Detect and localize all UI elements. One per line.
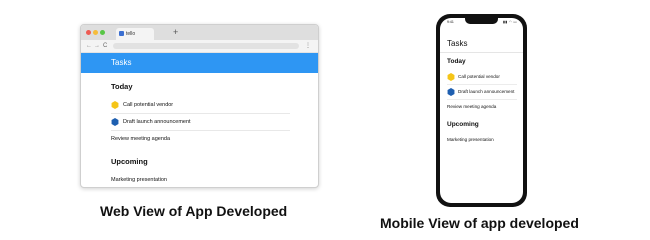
web-task-row[interactable]: Call potential vendor	[111, 97, 290, 114]
reload-icon[interactable]: C	[103, 40, 107, 52]
favicon-icon	[119, 31, 124, 36]
web-section-today: Today	[111, 82, 133, 91]
browser-menu-icon[interactable]: ⋮	[305, 40, 311, 52]
new-tab-button[interactable]: +	[173, 26, 178, 38]
mobile-section-today: Today	[447, 58, 466, 65]
mobile-view-caption: Mobile View of app developed	[380, 215, 579, 231]
web-section-upcoming: Upcoming	[111, 157, 148, 166]
mobile-screen: 9:41 ▮▮ ◠ ▭ Tasks Today Call potential v…	[440, 18, 523, 203]
mobile-task-row[interactable]: Review meeting agenda	[447, 100, 517, 114]
back-arrow-icon[interactable]: ←	[86, 40, 92, 52]
web-page-title: Tasks	[111, 58, 132, 67]
web-task-label: Draft launch announcement	[123, 119, 191, 125]
browser-tab[interactable]: tello	[116, 28, 154, 40]
mobile-phone-frame: 9:41 ▮▮ ◠ ▭ Tasks Today Call potential v…	[436, 14, 527, 207]
close-window-dot-icon[interactable]	[86, 30, 91, 35]
web-task-label: Marketing presentation	[111, 177, 167, 183]
mobile-task-list: Today Call potential vendor Draft launch…	[447, 58, 517, 147]
blue-hexagon-icon	[111, 118, 119, 126]
blue-hexagon-icon	[447, 88, 455, 96]
status-time: 9:41	[447, 20, 454, 24]
minimize-window-dot-icon[interactable]	[93, 30, 98, 35]
web-app-header: Tasks	[81, 53, 318, 73]
web-browser-window: tello + ← → C ⋮ Tasks Today Call potenti…	[80, 24, 319, 188]
browser-address-bar: ← → C ⋮	[81, 40, 318, 53]
url-input[interactable]	[113, 43, 299, 49]
mobile-section-upcoming: Upcoming	[447, 121, 479, 128]
maximize-window-dot-icon[interactable]	[100, 30, 105, 35]
web-task-row[interactable]: Review meeting agenda	[111, 131, 290, 147]
mobile-page-title: Tasks	[447, 39, 468, 48]
mobile-task-label: Call potential vendor	[458, 74, 500, 79]
status-bar-icons: ▮▮ ◠ ▭	[503, 20, 517, 24]
web-task-row[interactable]: Draft launch announcement	[111, 114, 290, 131]
yellow-hexagon-icon	[111, 101, 119, 109]
forward-arrow-icon[interactable]: →	[94, 40, 100, 52]
web-task-label: Review meeting agenda	[111, 136, 171, 142]
browser-tab-bar: tello +	[81, 25, 318, 40]
mobile-task-row[interactable]: Marketing presentation	[447, 133, 517, 147]
web-view-caption: Web View of App Developed	[100, 203, 288, 219]
mobile-header-divider	[440, 52, 523, 53]
mobile-task-label: Draft launch announcement	[458, 89, 515, 94]
mobile-task-label: Review meeting agenda	[447, 104, 497, 109]
mobile-task-row[interactable]: Call potential vendor	[447, 70, 517, 85]
browser-tab-title: tello	[126, 31, 136, 37]
phone-notch	[465, 18, 498, 24]
web-task-list: Today Call potential vendor Draft launch…	[81, 73, 318, 187]
web-task-row[interactable]: Marketing presentation	[111, 172, 290, 187]
yellow-hexagon-icon	[447, 73, 455, 81]
web-task-label: Call potential vendor	[123, 102, 174, 108]
mobile-task-label: Marketing presentation	[447, 137, 494, 142]
mobile-task-row[interactable]: Draft launch announcement	[447, 85, 517, 100]
